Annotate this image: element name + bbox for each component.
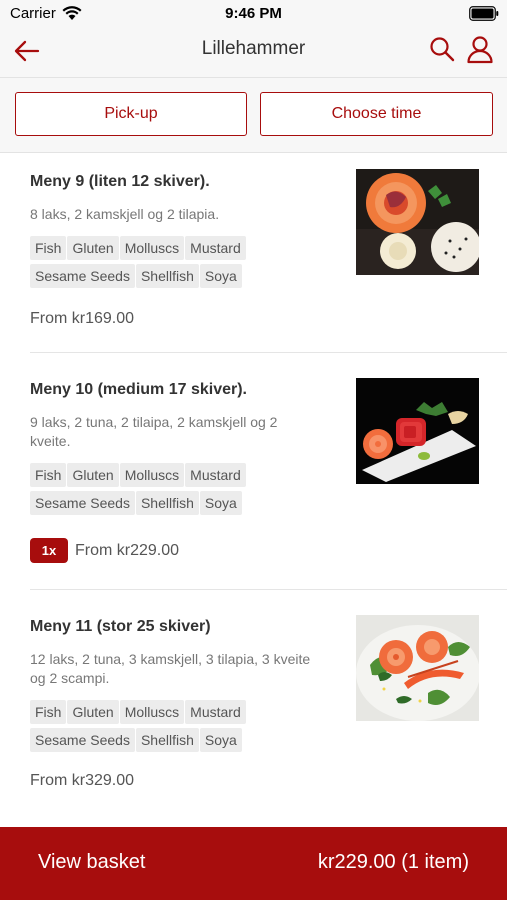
allergen-tag: Shellfish [135, 264, 199, 288]
navigation-bar: Lillehammer [0, 28, 507, 78]
item-photo [356, 615, 479, 721]
menu-item[interactable]: Meny 9 (liten 12 skiver). 8 laks, 2 kams… [30, 153, 507, 353]
allergen-tag: Gluten [67, 236, 119, 260]
allergen-tag: Molluscs [119, 236, 185, 260]
allergen-tag: Mustard [185, 236, 246, 260]
allergen-tag: Gluten [67, 463, 119, 487]
basket-total: kr229.00 (1 item) [317, 851, 469, 873]
allergen-tags: Fish Gluten Molluscs Mustard Sesame Seeds She… [30, 463, 330, 519]
price-row: From kr169.00 [30, 310, 134, 328]
allergen-tag: Soya [199, 491, 242, 515]
menu-list: Meny 9 (liten 12 skiver). 8 laks, 2 kams… [0, 153, 507, 827]
choose-time-button[interactable]: Choose time [260, 92, 493, 136]
allergen-tag: Mustard [185, 700, 246, 724]
item-price: From kr229.00 [75, 541, 180, 559]
item-description: 12 laks, 2 tuna, 3 kamskjell, 3 tilapia,… [30, 651, 311, 686]
menu-item[interactable]: Meny 10 (medium 17 skiver). 9 laks, 2 tu… [30, 353, 507, 590]
item-price: From kr329.00 [30, 772, 135, 789]
fulfilment-options: Pick-up Choose time [0, 78, 507, 153]
status-bar: Carrier 9:46 PM [0, 0, 507, 28]
menu-item[interactable]: Meny 11 (stor 25 skiver) 12 laks, 2 tuna… [30, 590, 507, 827]
allergen-tag: Gluten [67, 700, 119, 724]
allergen-tags: Fish Gluten Molluscs Mustard Sesame Seeds She… [30, 700, 330, 756]
allergen-tag: Sesame Seeds [30, 264, 135, 288]
item-title: Meny 11 (stor 25 skiver) [30, 618, 211, 635]
item-photo [356, 378, 479, 484]
view-basket-label: View basket [38, 851, 146, 873]
allergen-tag: Sesame Seeds [30, 491, 135, 515]
view-basket-bar[interactable]: View basket kr229.00 (1 item) [0, 827, 507, 900]
item-title: Meny 10 (medium 17 skiver). [30, 381, 247, 398]
allergen-tag: Fish [30, 700, 67, 724]
search-icon[interactable] [428, 35, 456, 63]
allergen-tag: Mustard [185, 463, 246, 487]
item-photo [356, 169, 479, 275]
allergen-tag: Fish [30, 236, 67, 260]
quantity-badge[interactable]: 1x [30, 538, 68, 563]
item-price: From kr169.00 [30, 310, 135, 327]
allergen-tag: Soya [199, 264, 242, 288]
item-title: Meny 9 (liten 12 skiver). [30, 173, 210, 190]
allergen-tags: Fish Gluten Molluscs Mustard Sesame Seeds She… [30, 236, 330, 292]
allergen-tag: Fish [30, 463, 67, 487]
allergen-tag: Soya [199, 728, 242, 752]
allergen-tag: Shellfish [135, 491, 199, 515]
status-time: 9:46 PM [225, 5, 282, 22]
allergen-tag: Shellfish [135, 728, 199, 752]
allergen-tag: Molluscs [119, 700, 185, 724]
battery-icon [469, 6, 499, 21]
item-description: 8 laks, 2 kamskjell og 2 tilapia. [30, 206, 220, 222]
pickup-button[interactable]: Pick-up [15, 92, 247, 136]
allergen-tag: Sesame Seeds [30, 728, 135, 752]
item-description: 9 laks, 2 tuna, 2 tilaipa, 2 kamskjell o… [30, 414, 278, 449]
profile-icon[interactable] [465, 34, 495, 64]
price-row: From kr329.00 [30, 772, 134, 790]
allergen-tag: Molluscs [119, 463, 185, 487]
price-row: 1x From kr229.00 [30, 538, 179, 563]
